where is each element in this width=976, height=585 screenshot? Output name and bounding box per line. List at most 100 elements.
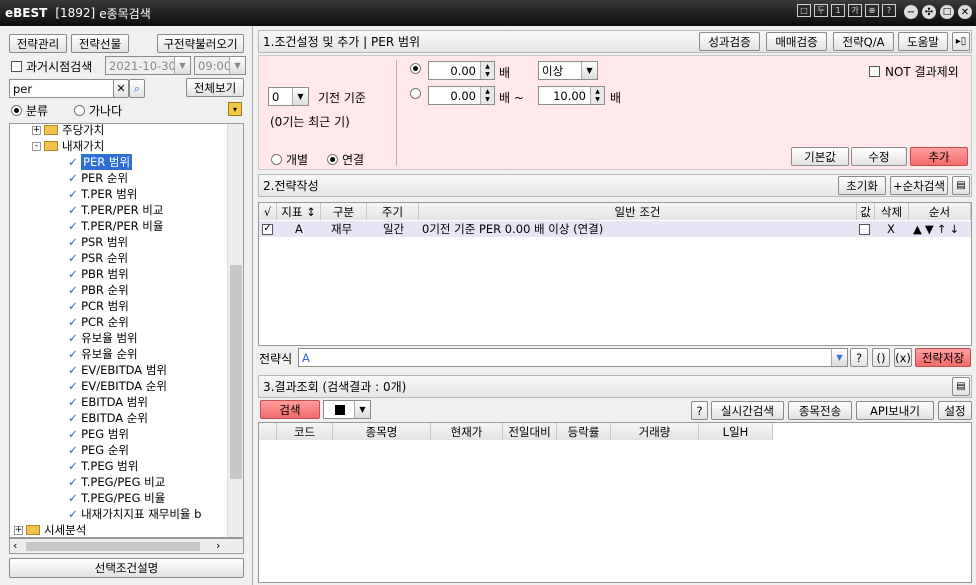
row-check[interactable]: ✓ xyxy=(262,221,276,237)
folder-toggle-icon[interactable]: ▾ xyxy=(228,102,242,116)
sequential-search-button[interactable]: +순차검색 xyxy=(890,176,948,195)
horizontal-scrollbar[interactable]: ‹ › xyxy=(9,538,244,554)
tree-item[interactable]: ✓ 내재가치지표 재무비율 b xyxy=(68,506,201,522)
save-icon[interactable]: ▤ xyxy=(952,176,970,195)
date-input[interactable]: 2021-10-30 ▼ xyxy=(105,56,191,75)
window-icon-4[interactable]: 가 xyxy=(848,4,862,17)
chevron-down-icon[interactable]: ▼ xyxy=(292,88,308,105)
color-select[interactable]: ▼ xyxy=(323,400,371,419)
tree-item[interactable]: ✓ EV/EBITDA 범위 xyxy=(68,362,167,378)
spinner-icon[interactable]: ▲ ▼ xyxy=(480,87,494,104)
radio-range[interactable] xyxy=(410,88,421,99)
strategy-qa-button[interactable]: 전략Q/A xyxy=(833,32,894,51)
realtime-search-button[interactable]: 실시간검색 xyxy=(711,401,784,420)
search-input[interactable]: per xyxy=(9,79,114,98)
help-button[interactable]: 도움말 xyxy=(898,32,948,51)
tree-item[interactable]: ✓ EBITDA 범위 xyxy=(68,394,148,410)
tree-folder[interactable]: - 내재가치 xyxy=(32,138,104,154)
load-old-strategy-button[interactable]: 구전략불러오기 xyxy=(157,34,244,53)
spinner-icon[interactable]: ▲ ▼ xyxy=(590,87,604,104)
clear-icon[interactable]: ✕ xyxy=(113,79,129,98)
window-icon-3[interactable]: 1 xyxy=(831,4,845,17)
scroll-right-icon[interactable]: › xyxy=(216,539,220,552)
formula-input[interactable]: A ▼ xyxy=(298,348,848,367)
chevron-down-icon[interactable]: ▼ xyxy=(229,57,245,74)
not-exclude-checkbox[interactable]: NOT 결과제외 xyxy=(869,63,959,80)
panel-toggle-icon[interactable]: ▸▯ xyxy=(952,32,970,51)
row-delete-button[interactable]: X xyxy=(887,221,901,237)
close-icon[interactable]: ✕ xyxy=(958,5,972,19)
add-button[interactable]: 추가 xyxy=(910,147,968,166)
parenthesis-icon[interactable]: () xyxy=(872,348,890,367)
value1-input[interactable]: 0.00 ▲ ▼ xyxy=(428,61,495,80)
collapse-icon[interactable]: - xyxy=(32,141,41,151)
radio-alphabetical[interactable]: 가나다 xyxy=(74,102,122,119)
tree-item[interactable]: ✓ PER 순위 xyxy=(68,170,128,186)
tree-item[interactable]: ✓ PCR 범위 xyxy=(68,298,129,314)
tree-item[interactable]: ✓ PBR 순위 xyxy=(68,282,129,298)
tree-item[interactable]: ✓ 유보율 순위 xyxy=(68,346,138,362)
tree-item[interactable]: ✓ PEG 범위 xyxy=(68,426,129,442)
window-icon-1[interactable]: □ xyxy=(797,4,811,17)
chevron-down-icon[interactable]: ▼ xyxy=(581,62,597,79)
settings-button[interactable]: 설정 xyxy=(938,401,972,420)
value2-input[interactable]: 0.00 ▲ ▼ xyxy=(428,86,495,105)
chevron-down-icon[interactable]: ▼ xyxy=(354,401,370,418)
tree-item[interactable]: ✓ T.PER 범위 xyxy=(68,186,137,202)
expand-icon[interactable]: + xyxy=(14,525,23,535)
past-search-checkbox[interactable]: 과거시점검색 xyxy=(11,58,92,75)
radio-category[interactable]: 분류 xyxy=(11,102,48,119)
tree-item[interactable]: ✓ EBITDA 순위 xyxy=(68,410,148,426)
table-row[interactable]: ✓ A 재무 일간 0기전 기준 PER 0.00 배 이상 (연결) X ▲▼… xyxy=(259,221,971,237)
move-icon[interactable]: ✣ xyxy=(922,5,936,19)
period-input[interactable]: 0 ▼ xyxy=(268,87,309,106)
time-input[interactable]: 09:00 ▼ xyxy=(194,56,246,75)
help-icon[interactable]: ? xyxy=(882,4,896,17)
radio-consolidated[interactable]: 연결 xyxy=(327,151,364,168)
api-send-button[interactable]: API보내기 xyxy=(856,401,934,420)
maximize-icon[interactable]: □ xyxy=(940,5,954,19)
tree-item[interactable]: ✓ PEG 순위 xyxy=(68,442,129,458)
tree-folder[interactable]: + 주당가치 xyxy=(32,124,104,138)
tree-item[interactable]: ✓ EV/EBITDA 순위 xyxy=(68,378,167,394)
reset-button[interactable]: 초기화 xyxy=(838,176,886,195)
tree-item[interactable]: ✓ PCR 순위 xyxy=(68,314,129,330)
scroll-left-icon[interactable]: ‹ xyxy=(13,539,17,552)
radio-individual[interactable]: 개별 xyxy=(271,151,308,168)
default-button[interactable]: 기본값 xyxy=(791,147,849,166)
row-value-checkbox[interactable] xyxy=(859,221,873,237)
view-all-button[interactable]: 전체보기 xyxy=(186,78,244,97)
performance-verify-button[interactable]: 성과검증 xyxy=(699,32,760,51)
trade-verify-button[interactable]: 매매검증 xyxy=(766,32,827,51)
minimize-icon[interactable]: − xyxy=(904,5,918,19)
window-icon-5[interactable]: ⊕ xyxy=(865,4,879,17)
tree-item[interactable]: ✓ T.PEG 범위 xyxy=(68,458,138,474)
scroll-thumb[interactable] xyxy=(230,265,242,479)
clear-formula-icon[interactable]: (x) xyxy=(894,348,912,367)
tree-item[interactable]: ✓ PER 범위 xyxy=(68,154,133,170)
h-scroll-thumb[interactable] xyxy=(26,542,200,551)
save-strategy-button[interactable]: 전략저장 xyxy=(915,348,971,367)
vertical-scrollbar[interactable] xyxy=(227,124,243,537)
tree-item[interactable]: ✓ T.PEG/PEG 비율 xyxy=(68,490,165,506)
strategy-manage-button[interactable]: 전략관리 xyxy=(9,34,67,53)
modify-button[interactable]: 수정 xyxy=(851,147,907,166)
tree-folder[interactable]: + 시세분석 xyxy=(14,522,86,537)
radio-min-only[interactable] xyxy=(410,63,421,74)
result-help-icon[interactable]: ? xyxy=(691,401,708,420)
tree-item[interactable]: ✓ 유보율 범위 xyxy=(68,330,138,346)
tree-item[interactable]: ✓ PSR 순위 xyxy=(68,250,128,266)
chevron-down-icon[interactable]: ▼ xyxy=(831,349,847,366)
value3-input[interactable]: 10.00 ▲ ▼ xyxy=(538,86,605,105)
window-icon-2[interactable]: 두 xyxy=(814,4,828,17)
formula-help-icon[interactable]: ? xyxy=(850,348,868,367)
spinner-icon[interactable]: ▲ ▼ xyxy=(480,62,494,79)
tree-item[interactable]: ✓ T.PER/PER 비교 xyxy=(68,202,163,218)
row-order-arrows[interactable]: ▲▼↑↓ xyxy=(913,221,969,237)
strategy-select-button[interactable]: 전략선물 xyxy=(71,34,129,53)
tree-item[interactable]: ✓ PBR 범위 xyxy=(68,266,129,282)
search-button[interactable]: 검색 xyxy=(260,400,320,419)
expand-icon[interactable]: + xyxy=(32,125,41,135)
operator-select[interactable]: 이상 ▼ xyxy=(538,61,598,80)
condition-description-button[interactable]: 선택조건설명 xyxy=(9,558,244,578)
